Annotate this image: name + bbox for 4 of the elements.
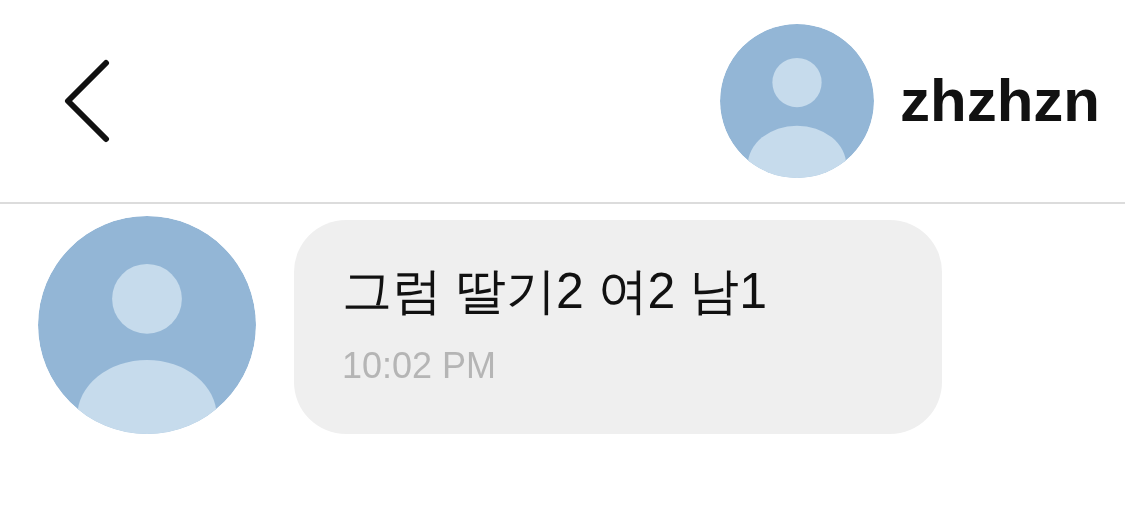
username: zhzhzn [900,71,1100,131]
message-time: 10:02 PM [342,343,498,388]
message-text: 그럼 딸기2 여2 남1 [342,262,769,321]
back-icon[interactable] [62,59,112,143]
